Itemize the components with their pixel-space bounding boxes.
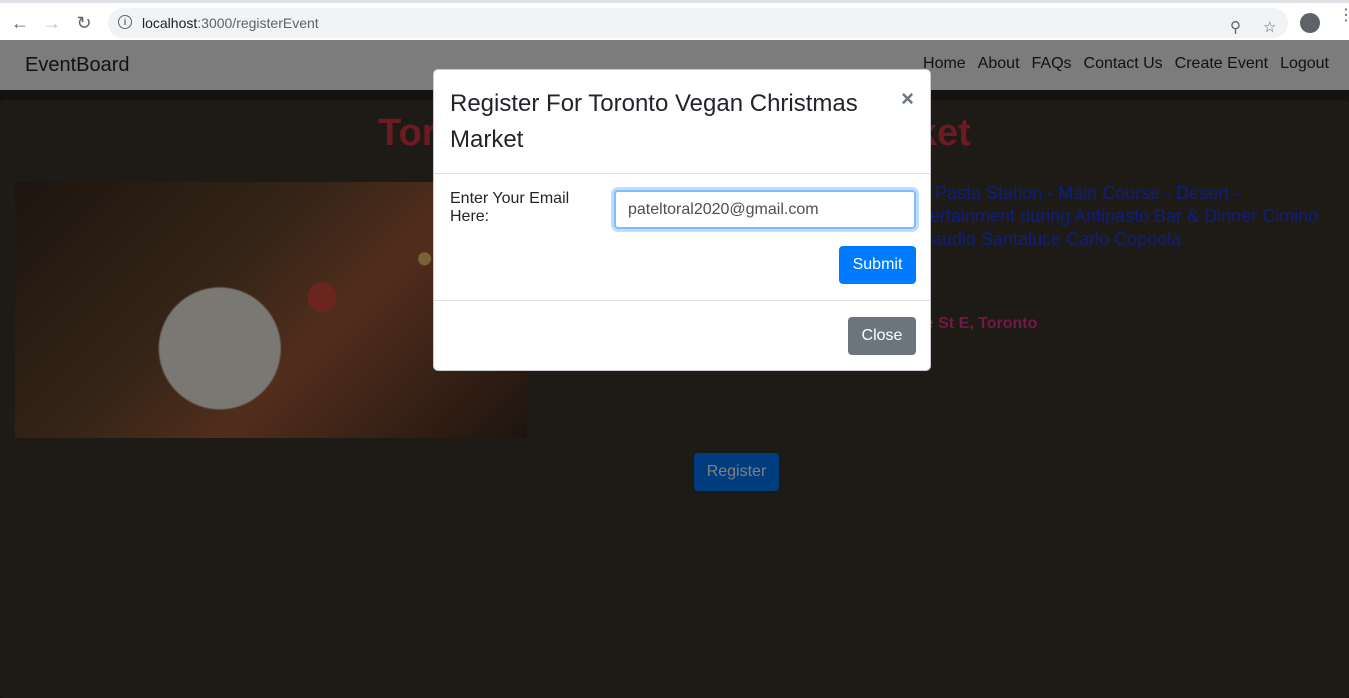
menu-icon[interactable]: ⋮ xyxy=(1338,8,1349,24)
address-bar[interactable]: i localhost:3000/registerEvent ⚲ ☆ xyxy=(108,8,1288,38)
close-icon[interactable]: × xyxy=(901,86,914,112)
browser-toolbar: ← → ↻ i localhost:3000/registerEvent ⚲ ☆… xyxy=(0,0,1349,40)
back-icon[interactable]: ← xyxy=(8,11,32,35)
modal-title: Register For Toronto Vegan Christmas Mar… xyxy=(450,90,858,153)
reload-icon[interactable]: ↻ xyxy=(72,11,96,35)
email-label: Enter Your Email Here: xyxy=(450,190,570,225)
close-button[interactable]: Close xyxy=(848,317,916,355)
site-info-icon[interactable]: i xyxy=(118,15,132,29)
url-text: localhost:3000/registerEvent xyxy=(142,15,319,31)
profile-icon[interactable] xyxy=(1300,13,1320,33)
key-icon[interactable]: ⚲ xyxy=(1230,18,1241,36)
star-icon[interactable]: ☆ xyxy=(1263,18,1276,36)
submit-button[interactable]: Submit xyxy=(839,246,916,284)
modal-footer: Close xyxy=(434,300,930,370)
register-modal: Register For Toronto Vegan Christmas Mar… xyxy=(433,69,931,371)
forward-icon[interactable]: → xyxy=(40,11,64,35)
email-field[interactable] xyxy=(614,190,916,229)
modal-header: Register For Toronto Vegan Christmas Mar… xyxy=(434,70,930,174)
